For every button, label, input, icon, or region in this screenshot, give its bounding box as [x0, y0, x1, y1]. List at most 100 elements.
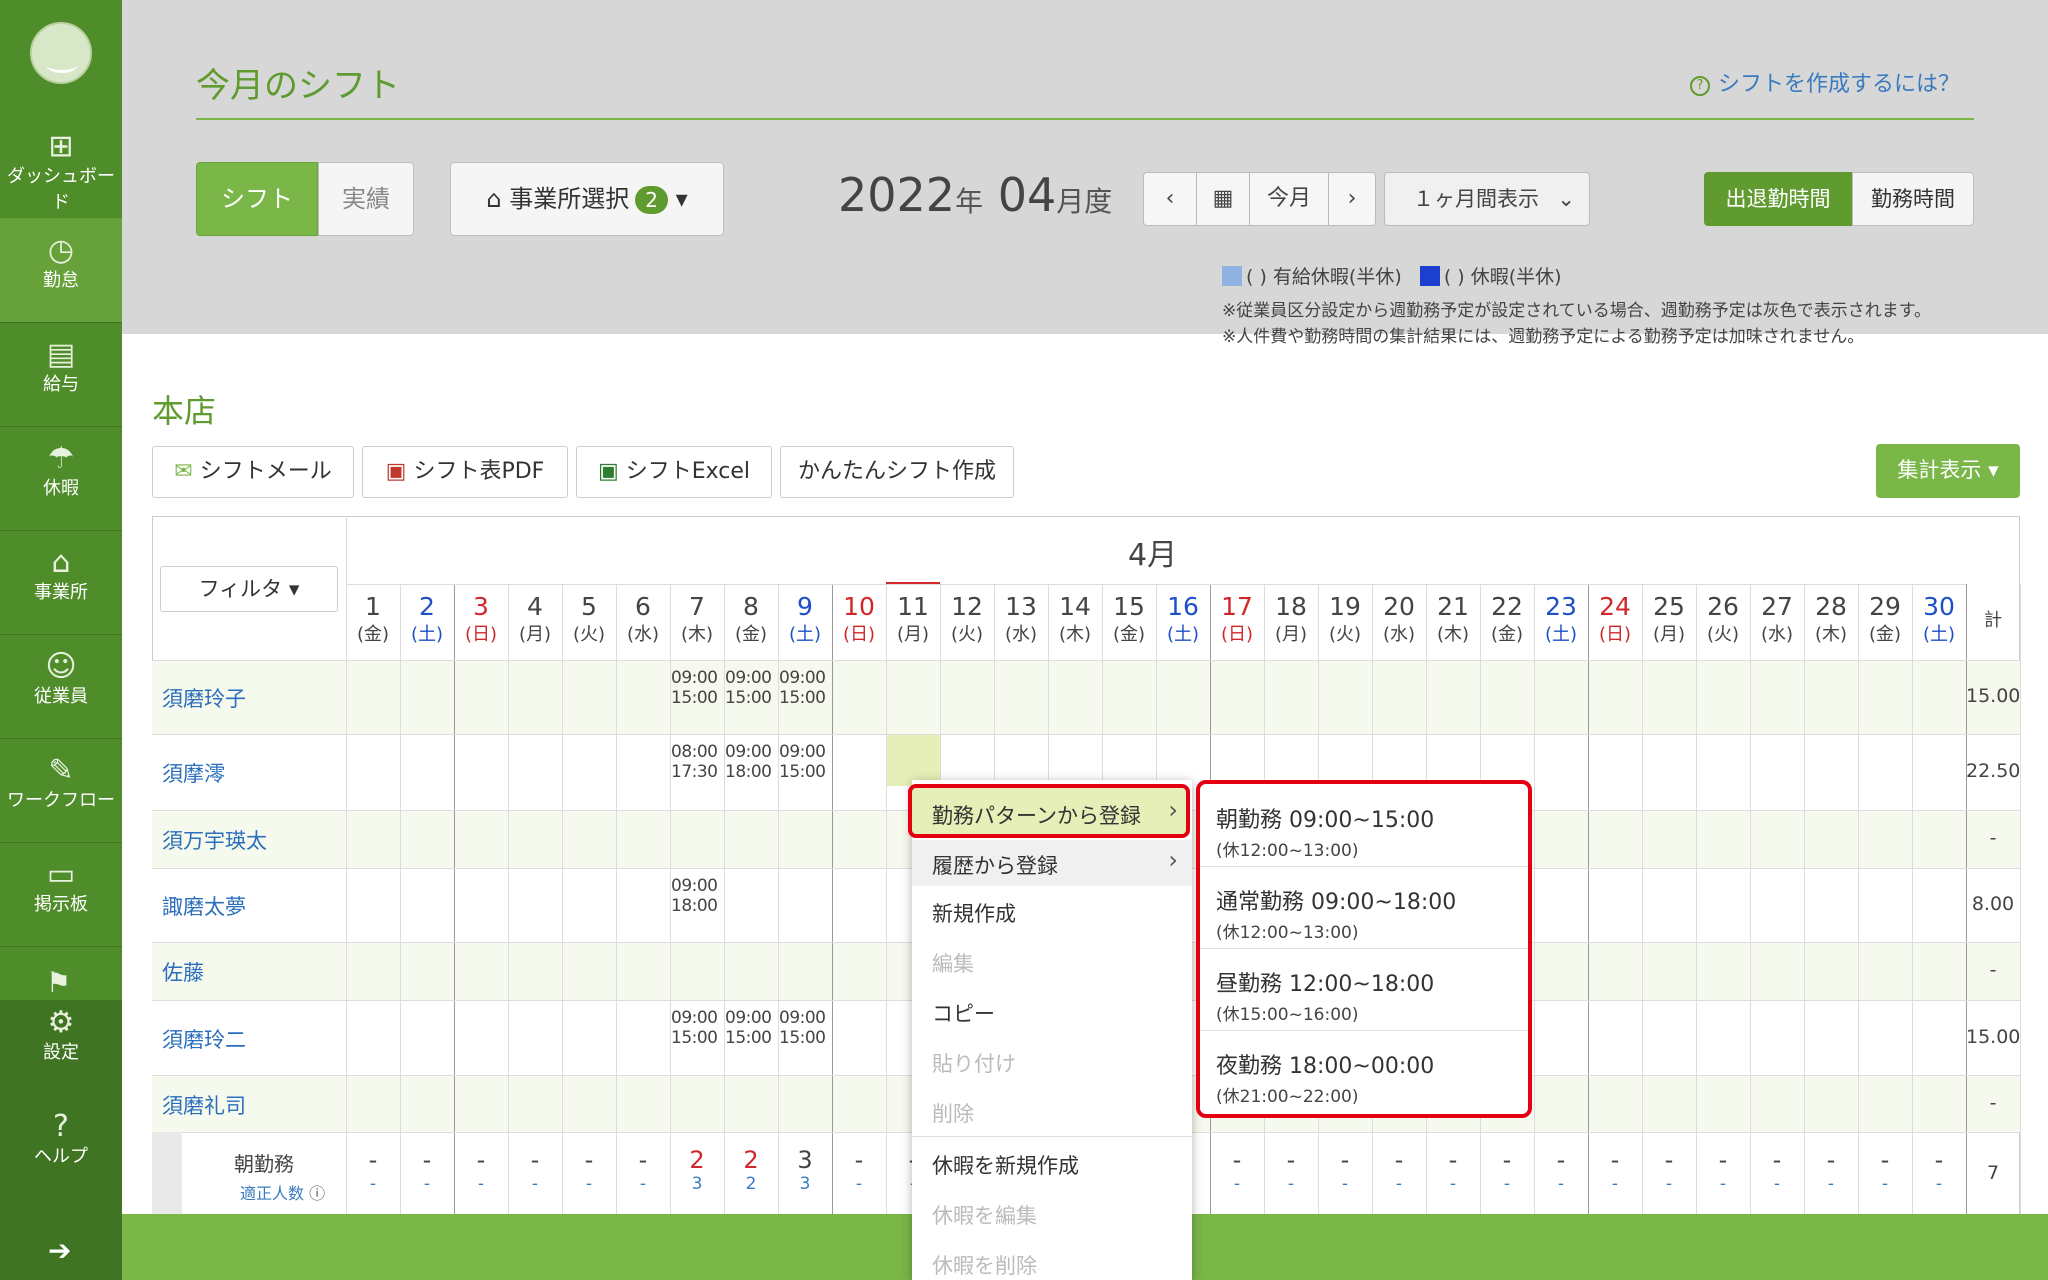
tab-actual[interactable]: 実績: [318, 162, 414, 236]
day-number: 15: [1113, 592, 1145, 621]
info-icon[interactable]: ⓘ: [304, 1184, 325, 1203]
year-value: 2022: [838, 168, 956, 222]
next-month-button[interactable]: ›: [1328, 172, 1376, 226]
shift-cell[interactable]: 09:00 18:00: [671, 876, 718, 916]
calculator-icon: ▤: [46, 337, 76, 372]
work-pattern-break: (休12:00~13:00): [1216, 923, 1359, 943]
employee-name[interactable]: 須磨礼司: [162, 1090, 246, 1120]
day-number: 28: [1815, 592, 1847, 621]
avatar[interactable]: [30, 22, 92, 84]
sidebar-item-5[interactable]: ☺ 従業員: [0, 634, 122, 738]
sidebar-item-9[interactable]: ? ヘルプ: [0, 1094, 122, 1198]
employee-name[interactable]: 須万宇瑛太: [162, 825, 267, 855]
clock-icon: ◷: [47, 233, 75, 268]
easy-shift-button[interactable]: かんたんシフト作成: [780, 446, 1014, 498]
sidebar-item-7[interactable]: ▭ 掲示板: [0, 842, 122, 946]
shift-cell[interactable]: 09:00 15:00: [779, 1008, 826, 1048]
shift-cell[interactable]: 08:00 17:30: [671, 742, 718, 782]
selected-cell[interactable]: [886, 734, 940, 786]
footer-cell-count: -: [1232, 1146, 1242, 1174]
footer-cell-target: -: [855, 1174, 863, 1194]
day-header: 16 (土): [1156, 592, 1210, 648]
total-header: 計: [1984, 610, 2002, 631]
calendar-button[interactable]: ▦: [1196, 172, 1250, 226]
day-header: 25 (月): [1642, 592, 1696, 648]
shift-cell[interactable]: 09:00 15:00: [779, 668, 826, 708]
context-menu-item[interactable]: 勤務パターンから登録 ›: [912, 790, 1192, 836]
submenu-separator: [1200, 948, 1528, 949]
footer-cell-count: -: [1772, 1146, 1782, 1174]
sidebar-item-2[interactable]: ▤ 給与: [0, 322, 122, 426]
shift-pdf-button[interactable]: ▣ シフト表PDF: [362, 446, 568, 498]
prev-month-button[interactable]: ‹: [1143, 172, 1197, 226]
grid-row-line: [346, 584, 1966, 585]
employee-name[interactable]: 須磨玲子: [162, 683, 246, 713]
period-select[interactable]: １ヶ月間表示 ⌄: [1384, 172, 1590, 226]
shift-cell[interactable]: 09:00 15:00: [671, 1008, 718, 1048]
flag-icon[interactable]: ⚑: [46, 966, 71, 999]
work-pattern-option[interactable]: 昼勤務 12:00~18:00 (休15:00~16:00): [1216, 966, 1434, 1025]
sidebar-item-4[interactable]: ⌂ 事業所: [0, 530, 122, 634]
day-header: 5 (火): [562, 592, 616, 648]
shift-cell[interactable]: 09:00 15:00: [725, 668, 772, 708]
calendar-icon: ▦: [1212, 186, 1234, 211]
filter-button[interactable]: フィルタ ▾: [160, 566, 338, 612]
day-header: 18 (月): [1264, 592, 1318, 648]
weekday: (木): [1436, 624, 1470, 645]
summary-button[interactable]: 集計表示 ▾: [1876, 444, 2020, 498]
context-menu-item-label: 編集: [932, 952, 974, 976]
footer-cell: --: [1750, 1146, 1804, 1194]
footer-cell: --: [1642, 1146, 1696, 1194]
context-menu-item[interactable]: コピー: [912, 988, 1192, 1034]
help-link[interactable]: ? シフトを作成するには？: [1690, 66, 1960, 98]
footer-cell-target: -: [1719, 1174, 1727, 1194]
footer-cell-target: -: [1449, 1174, 1457, 1194]
sidebar-item-label: 掲示板: [34, 894, 88, 915]
context-menu-item-label: 休暇を編集: [932, 1204, 1037, 1228]
sidebar-item-1[interactable]: ◷ 勤怠: [0, 218, 122, 322]
work-pattern-option[interactable]: 通常勤務 09:00~18:00 (休12:00~13:00): [1216, 884, 1456, 943]
shift-cell[interactable]: 09:00 15:00: [671, 668, 718, 708]
day-header: 14 (木): [1048, 592, 1102, 648]
grid-column-line: [1750, 584, 1751, 1214]
shift-excel-button[interactable]: ▣ シフトExcel: [576, 446, 772, 498]
work-time-button[interactable]: 勤務時間: [1852, 172, 1974, 226]
shift-cell[interactable]: 09:00 18:00: [725, 742, 772, 782]
context-menu-item[interactable]: 新規作成: [912, 888, 1192, 934]
this-month-button[interactable]: 今月: [1249, 172, 1329, 226]
employee-name[interactable]: 須摩澪: [162, 758, 225, 788]
work-pattern-option[interactable]: 夜勤務 18:00~00:00 (休21:00~22:00): [1216, 1048, 1434, 1107]
footer-cell-count: -: [1718, 1146, 1728, 1174]
footer-cell-target: -: [1341, 1174, 1349, 1194]
work-pattern-option[interactable]: 朝勤務 09:00~15:00 (休12:00~13:00): [1216, 802, 1434, 861]
attendance-time-button[interactable]: 出退勤時間: [1704, 172, 1852, 226]
day-number: 4: [527, 592, 543, 621]
shift-cell[interactable]: 09:00 15:00: [779, 742, 826, 782]
employee-name[interactable]: 須磨玲二: [162, 1024, 246, 1054]
weekday: (月): [1652, 624, 1686, 645]
sidebar-item-3[interactable]: ☂ 休暇: [0, 426, 122, 530]
footer-cell-target: -: [1503, 1174, 1511, 1194]
sidebar-item-0[interactable]: ⊞ ダッシュボード: [0, 114, 122, 218]
grid-column-line: [1696, 584, 1697, 1214]
footer-cell: --: [616, 1146, 670, 1194]
grid-column-line: [562, 584, 563, 1214]
note-2: ※人件費や勤務時間の集計結果には、週勤務予定による勤務予定は加味されません。: [1222, 327, 1865, 347]
office-select-button[interactable]: ⌂ 事業所選択 2 ▾: [450, 162, 724, 236]
sidebar-item-8[interactable]: ⚙ 設定: [0, 990, 122, 1094]
day-number: 25: [1653, 592, 1685, 621]
employee-name[interactable]: 諏磨太夢: [162, 891, 246, 921]
shift-mail-button[interactable]: ✉ シフトメール: [152, 446, 354, 498]
tab-shift[interactable]: シフト: [196, 162, 318, 236]
weekday: (土): [410, 624, 444, 645]
sidebar-item-6[interactable]: ✎ ワークフロー: [0, 738, 122, 842]
context-menu-item[interactable]: 休暇を新規作成: [912, 1136, 1192, 1186]
context-menu-item-label: 新規作成: [932, 902, 1016, 926]
employee-name[interactable]: 佐藤: [162, 957, 204, 987]
context-menu-item-label: 勤務パターンから登録: [932, 804, 1141, 828]
shift-cell[interactable]: 09:00 15:00: [725, 1008, 772, 1048]
collapse-arrow-icon[interactable]: ➔: [48, 1234, 71, 1267]
footer-cell: --: [1372, 1146, 1426, 1194]
submenu-separator: [1200, 866, 1528, 867]
context-menu-item[interactable]: 履歴から登録 ›: [912, 840, 1192, 886]
